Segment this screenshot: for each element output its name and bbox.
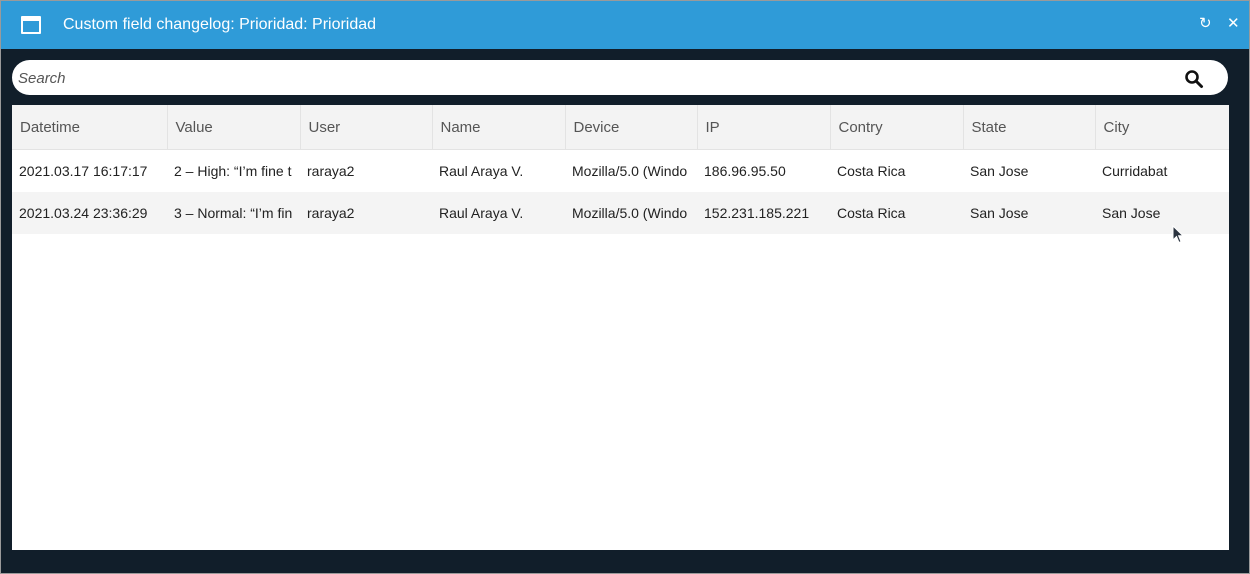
column-header-value[interactable]: Value — [167, 105, 301, 150]
column-header-country[interactable]: Contry — [830, 105, 964, 150]
mouse-pointer-icon — [1172, 225, 1184, 244]
cell-state: San Jose — [970, 163, 1029, 179]
cell-name: Raul Araya V. — [432, 192, 565, 234]
column-header-datetime[interactable]: Datetime — [12, 105, 168, 150]
cell-user: raraya2 — [300, 192, 432, 234]
table-row[interactable]: 2021.03.24 23:36:29 3 – Normal: “I’m fin… — [12, 192, 1229, 234]
search-input[interactable] — [18, 67, 1168, 89]
cell-ip: 186.96.95.50 — [704, 163, 786, 179]
cell-city: Curridabat — [1102, 163, 1168, 179]
window-title: Custom field changelog: Prioridad: Prior… — [63, 16, 377, 33]
column-header-name[interactable]: Name — [432, 105, 566, 150]
column-header-user[interactable]: User — [300, 105, 433, 150]
cell-user: raraya2 — [307, 163, 355, 179]
refresh-icon[interactable]: ↻ — [1199, 14, 1212, 34]
cell-device: Mozilla/5.0 (Windo — [572, 163, 688, 179]
changelog-table-container: Datetime Value User Name Device IP Contr… — [12, 105, 1229, 550]
cell-city: San Jose — [1095, 192, 1229, 234]
cell-name: Raul Araya V. — [439, 163, 524, 179]
cell-datetime: 2021.03.24 23:36:29 — [12, 192, 167, 234]
cell-state: San Jose — [963, 192, 1095, 234]
search-bar — [12, 60, 1228, 95]
changelog-table: Datetime Value User Name Device IP Contr… — [12, 105, 1229, 234]
changelog-window: Custom field changelog: Prioridad: Prior… — [0, 0, 1250, 574]
close-icon[interactable]: ✕ — [1227, 14, 1240, 34]
cell-country: Costa Rica — [837, 163, 906, 179]
search-icon[interactable] — [1184, 69, 1204, 89]
table-header-row: Datetime Value User Name Device IP Contr… — [12, 105, 1229, 150]
cell-ip: 152.231.185.221 — [697, 192, 830, 234]
cell-value: 3 – Normal: “I’m fin — [167, 192, 300, 234]
cell-datetime: 2021.03.17 16:17:17 — [19, 163, 148, 179]
column-header-city[interactable]: City — [1095, 105, 1229, 150]
column-header-device[interactable]: Device — [565, 105, 698, 150]
column-header-state[interactable]: State — [963, 105, 1096, 150]
window-icon — [21, 16, 41, 34]
column-header-ip[interactable]: IP — [697, 105, 831, 150]
table-row[interactable]: 2021.03.17 16:17:17 2 – High: “I’m fine … — [12, 150, 1229, 193]
cell-value: 2 – High: “I’m fine t — [174, 163, 292, 179]
cell-device: Mozilla/5.0 (Windo — [565, 192, 697, 234]
cell-country: Costa Rica — [830, 192, 963, 234]
window-titlebar: Custom field changelog: Prioridad: Prior… — [1, 1, 1249, 49]
